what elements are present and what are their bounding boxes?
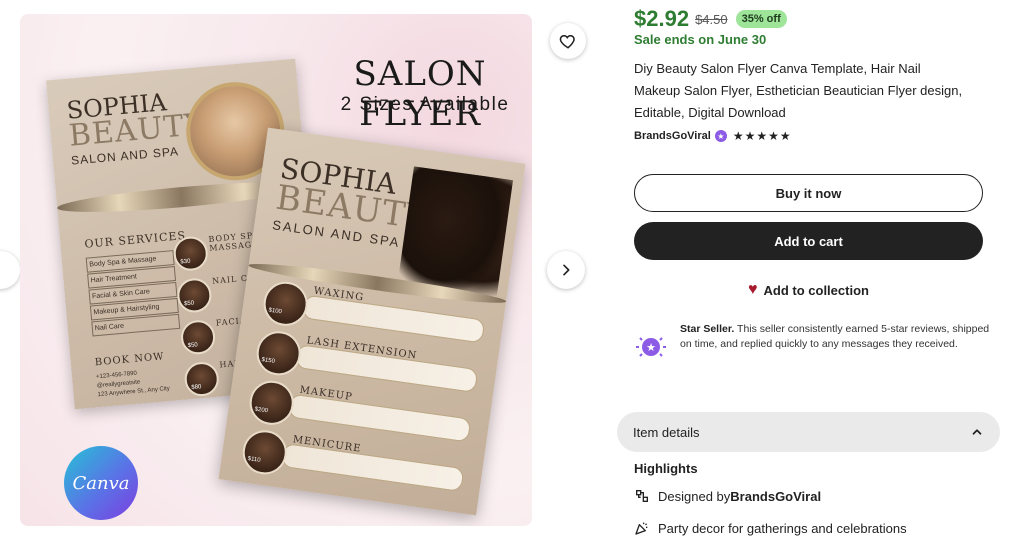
product-title: Diy Beauty Salon Flyer Canva Template, H…	[634, 61, 963, 120]
sale-ends-text: Sale ends on June 30	[634, 32, 767, 47]
service-thumbnail	[260, 278, 311, 329]
previous-image-button[interactable]	[0, 251, 20, 289]
highlight-item: Designed by BrandsGoViral	[634, 488, 821, 504]
star-seller-icon: ★	[634, 330, 668, 364]
highlight-text: Party decor for gatherings and celebrati…	[658, 520, 907, 536]
highlights-heading: Highlights	[634, 461, 698, 476]
product-gallery: SALON FLYER 2 Sizes Available SOPHIA BEA…	[0, 0, 600, 545]
service-thumbnail	[246, 377, 297, 428]
star-seller-info: ★ Star Seller. This seller consistently …	[634, 322, 994, 364]
buy-now-button[interactable]: Buy it now	[634, 174, 983, 212]
favorite-button[interactable]	[550, 23, 586, 59]
service-pill	[280, 442, 465, 493]
service-pill	[287, 393, 472, 443]
star-seller-label: Star Seller.	[680, 323, 735, 335]
service-price: $80	[191, 384, 202, 392]
item-details-accordion[interactable]: Item details	[617, 412, 1000, 452]
service-price: $50	[183, 300, 195, 308]
flyer-book-now: BOOK NOW	[94, 351, 165, 369]
current-price: $2.92	[634, 6, 690, 31]
star-seller-badge-icon: ★	[714, 130, 727, 142]
flyer-front-card: SOPHIA BEAUTY SALON AND SPA $100 WAXING …	[218, 127, 526, 516]
chevron-right-icon	[563, 264, 570, 276]
service-thumbnail	[253, 328, 304, 379]
add-to-cart-button[interactable]: Add to cart	[634, 222, 983, 260]
service-thumbnail	[179, 318, 217, 356]
add-to-collection-button[interactable]: ♥ Add to collection	[634, 281, 983, 299]
heart-outline-icon	[559, 34, 575, 49]
chevron-up-icon	[972, 429, 982, 435]
svg-text:★: ★	[646, 341, 656, 354]
party-popper-icon	[634, 520, 650, 536]
highlight-item: Party decor for gatherings and celebrati…	[634, 520, 907, 536]
service-thumbnail	[239, 427, 290, 478]
service-price: $50	[187, 342, 199, 350]
heart-filled-icon: ♥	[748, 281, 758, 298]
canva-logo: Canva	[64, 446, 138, 520]
original-price: $4.50	[695, 11, 728, 27]
flyer-our-services: OUR SERVICES	[83, 228, 187, 251]
item-details-label: Item details	[633, 424, 700, 440]
seller-name-link[interactable]: BrandsGoViral	[634, 130, 711, 142]
product-main-image[interactable]: SALON FLYER 2 Sizes Available SOPHIA BEA…	[20, 14, 532, 526]
discount-badge: 35% off	[735, 10, 787, 28]
service-thumbnail	[175, 276, 213, 314]
next-image-button[interactable]	[547, 251, 585, 289]
seller-row: BrandsGoViral ★ ★★★★★	[634, 129, 792, 143]
flyer-subtitle: 2 Sizes Available	[340, 94, 510, 115]
service-thumbnail	[172, 235, 210, 272]
designer-icon	[634, 488, 650, 504]
service-thumbnail	[183, 360, 221, 398]
price-row: $2.92 $4.50 35% off	[634, 6, 787, 32]
highlight-designer-link[interactable]: BrandsGoViral	[730, 489, 821, 504]
service-pill	[301, 294, 486, 344]
flyer-front-photo	[397, 166, 514, 300]
add-to-collection-label: Add to collection	[763, 282, 869, 298]
highlight-prefix: Designed by	[658, 488, 731, 504]
service-price: $30	[180, 258, 191, 266]
rating-stars[interactable]: ★★★★★	[733, 129, 792, 143]
star-seller-text: Star Seller. This seller consistently ea…	[680, 322, 990, 364]
flyer-service-list: Body Spa & Massage Hair Treatment Facial…	[85, 250, 181, 337]
flyer-contact: +123-456-7890 @reallygreatsite 123 Anywh…	[96, 367, 170, 400]
